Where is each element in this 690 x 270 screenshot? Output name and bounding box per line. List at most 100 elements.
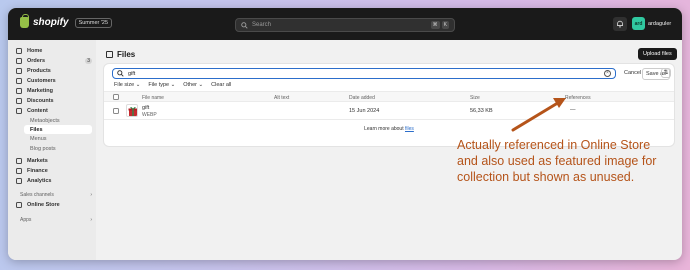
globe-icon [16,158,22,164]
global-search[interactable]: Search ⌘ K [235,18,455,32]
file-icon [106,51,113,58]
sidebar-item-label: Analytics [27,178,52,184]
sidebar-item-customers[interactable]: Customers [16,76,92,86]
upload-files-button[interactable]: Upload files [638,48,677,60]
sidebar-sub-blog-posts[interactable]: Blog posts [30,144,92,153]
search-icon [117,70,124,77]
sidebar-item-analytics[interactable]: Analytics [16,176,92,186]
home-icon [16,48,22,54]
sidebar-item-finance[interactable]: Finance [16,166,92,176]
search-query: gift [128,70,136,77]
page-title: Files [106,50,135,59]
date-added: 15 Jun 2024 [349,108,380,114]
table-row[interactable]: gift WEBP 15 Jun 2024 56,33 KB — [104,102,674,120]
annotation-text: Actually referenced in Online Store and … [457,138,657,184]
bell-icon [617,20,623,28]
col-size[interactable]: Size [470,95,480,101]
top-bar: shopify Summer '25 Search ⌘ K ard ardagu… [8,8,682,40]
row-checkbox[interactable] [113,108,119,114]
col-file-name[interactable]: File name [142,95,164,101]
chevron-down-icon: ⌄ [170,82,176,88]
filter-label: File size [114,82,135,88]
sidebar-item-label: Discounts [27,98,54,104]
apps-section[interactable]: Apps › [20,217,92,223]
references-value: — [570,107,576,113]
chart-icon [16,178,22,184]
sidebar-sub-metaobjects[interactable]: Metaobjects [30,116,92,125]
sidebar-item-label: Home [27,48,43,54]
filter-label: Other [183,82,198,88]
user-name: ardaguler [648,20,672,27]
section-label: Sales channels [20,192,54,198]
shopify-logo[interactable]: shopify Summer '25 [20,14,113,28]
sidebar-item-label: Markets [27,158,48,164]
clear-all-button[interactable]: Clear all [211,82,231,88]
sidebar-item-discounts[interactable]: Discounts [16,96,92,106]
learn-more-text: Learn more about [364,126,404,132]
files-search-input[interactable]: gift × [112,68,616,79]
store-icon [16,202,22,208]
table-header: File name Alt text Date added Size Refer… [104,91,674,102]
sidebar-item-label: Content [27,108,48,114]
discount-icon [16,98,22,104]
filter-other[interactable]: Other ⌄ [183,82,203,88]
section-label: Apps [20,217,32,223]
sidebar-sub-files[interactable]: Files [24,125,92,134]
tag-icon [16,68,22,74]
file-thumbnail[interactable] [126,104,138,117]
chevron-down-icon: ⌄ [135,82,141,88]
sidebar-item-label: Finance [27,168,48,174]
edition-badge: Summer '25 [74,17,113,28]
sidebar-item-online-store[interactable]: Online Store [16,200,92,210]
content-icon [16,108,22,114]
sort-icon[interactable]: ⇅ [661,68,671,78]
target-icon [16,88,22,94]
search-placeholder: Search [252,22,272,28]
sidebar-item-home[interactable]: Home [16,46,92,56]
sidebar-item-label: Products [27,68,51,74]
shortcut-cmd: ⌘ [430,21,440,29]
file-name[interactable]: gift [142,105,149,111]
learn-more: Learn more about files [104,126,674,132]
select-all-checkbox[interactable] [113,94,119,100]
search-icon [241,21,248,29]
files-card: gift × Cancel Save as ⇅ File size ⌄ File… [104,64,674,146]
sidebar-item-label: Customers [27,78,56,84]
chevron-right-icon: › [90,192,92,198]
sidebar-item-content[interactable]: Content [16,106,92,116]
sidebar-item-orders[interactable]: Orders 3 [16,56,92,66]
filter-file-size[interactable]: File size ⌄ [114,82,140,88]
logo-text: shopify [33,17,69,28]
bank-icon [16,168,22,174]
shopify-bag-icon [20,14,29,28]
chevron-down-icon: ⌄ [198,82,204,88]
col-references[interactable]: References [565,95,591,101]
sidebar-item-products[interactable]: Products [16,66,92,76]
filter-bar: File size ⌄ File type ⌄ Other ⌄ Clear al… [114,82,231,88]
sidebar-item-label: Orders [27,58,46,64]
chevron-right-icon: › [90,217,92,223]
clear-search-icon[interactable]: × [604,70,611,77]
avatar: ard [632,17,645,30]
sidebar-item-label: Online Store [27,202,60,208]
cancel-button[interactable]: Cancel [624,70,641,76]
sidebar-item-markets[interactable]: Markets [16,156,92,166]
sales-channels-section[interactable]: Sales channels › [20,192,92,198]
page-title-text: Files [117,50,136,59]
orders-count-badge: 3 [85,58,92,64]
person-icon [16,78,22,84]
sidebar-item-label: Marketing [27,88,53,94]
learn-more-files-link[interactable]: files [405,126,414,132]
shortcut-k: K [441,21,449,29]
filter-file-type[interactable]: File type ⌄ [148,82,175,88]
sidebar-item-marketing[interactable]: Marketing [16,86,92,96]
user-menu[interactable]: ard ardaguler [632,17,671,30]
col-alt-text[interactable]: Alt text [274,95,289,101]
sidebar-sub-menus[interactable]: Menus [30,134,92,143]
gift-image-icon [128,106,137,116]
orders-icon [16,58,22,64]
app-window: shopify Summer '25 Search ⌘ K ard ardagu… [8,8,682,260]
col-date-added[interactable]: Date added [349,95,375,101]
notifications-button[interactable] [613,17,627,31]
sidebar: Home Orders 3 Products Customers Marketin… [8,40,96,260]
